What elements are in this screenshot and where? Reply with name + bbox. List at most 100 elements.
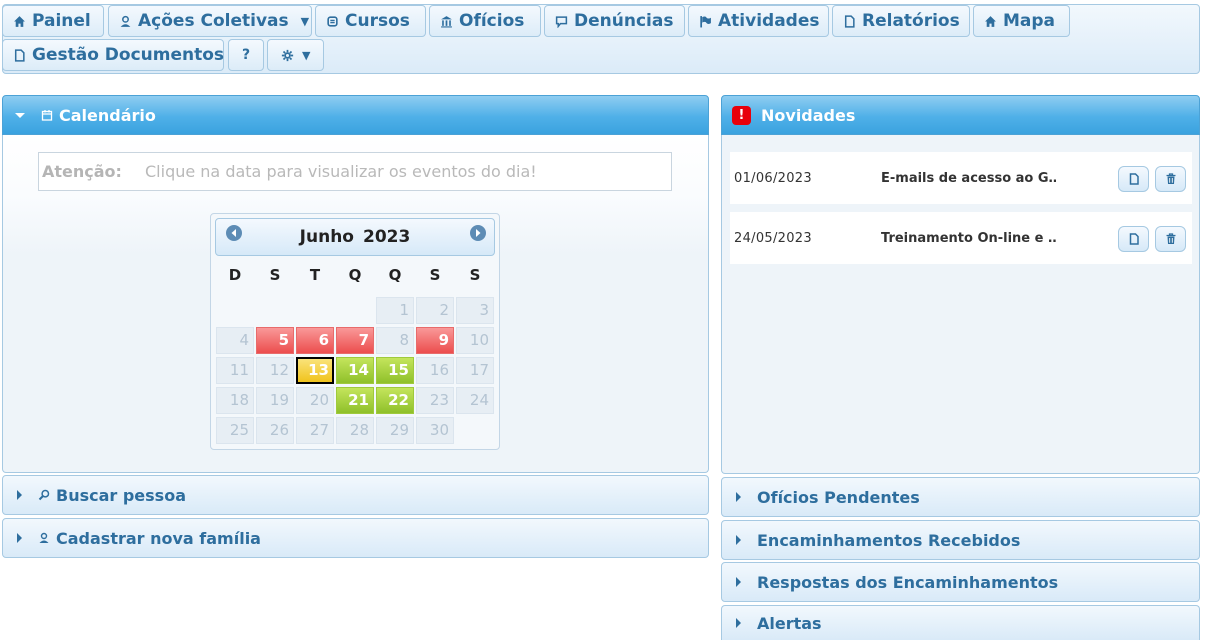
document-icon bbox=[13, 48, 26, 62]
menu-gestao-documentos-button[interactable]: Gestão Documentos bbox=[2, 39, 224, 71]
arrow-left-icon bbox=[231, 229, 236, 237]
calendar-header: Junho 2023 bbox=[215, 218, 495, 256]
weekday-header: D bbox=[228, 266, 242, 284]
flag-icon bbox=[699, 15, 712, 28]
buscar-pessoa-label: Buscar pessoa bbox=[56, 485, 186, 505]
calendar-empty-cell bbox=[256, 297, 294, 324]
home-icon bbox=[13, 15, 26, 28]
menu-mapa-label: Mapa bbox=[1003, 11, 1056, 31]
calendar-day[interactable]: 26 bbox=[256, 417, 294, 444]
menu-cursos-label: Cursos bbox=[345, 11, 410, 31]
news-panel-title: Novidades bbox=[761, 105, 856, 125]
calendar-day[interactable]: 13 bbox=[296, 357, 334, 384]
calendar-day[interactable]: 30 bbox=[416, 417, 454, 444]
calendar-day[interactable]: 7 bbox=[336, 327, 374, 354]
calendar-day[interactable]: 28 bbox=[336, 417, 374, 444]
calendar-day[interactable]: 17 bbox=[456, 357, 494, 384]
trash-icon bbox=[1166, 173, 1175, 184]
calendar-day[interactable]: 12 bbox=[256, 357, 294, 384]
menu-acoes-coletivas-button[interactable]: Ações Coletivas ▼ bbox=[108, 5, 312, 37]
menu-oficios-label: Ofícios bbox=[459, 11, 525, 31]
delete-button[interactable] bbox=[1155, 226, 1186, 252]
oficios-pendentes-section[interactable]: Ofícios Pendentes bbox=[721, 477, 1200, 517]
calendar-day[interactable]: 9 bbox=[416, 327, 454, 354]
calendar-day[interactable]: 25 bbox=[216, 417, 254, 444]
calendar-day[interactable]: 20 bbox=[296, 387, 334, 414]
menu-atividades-button[interactable]: Atividades bbox=[688, 5, 829, 37]
view-document-button[interactable] bbox=[1118, 226, 1149, 252]
encaminhamentos-recebidos-section[interactable]: Encaminhamentos Recebidos bbox=[721, 520, 1200, 560]
user-icon bbox=[38, 532, 50, 544]
news-title[interactable]: Treinamento On-line e … bbox=[881, 231, 1056, 246]
calendar-empty-cell bbox=[296, 297, 334, 324]
calendar-day[interactable]: 29 bbox=[376, 417, 414, 444]
menu-painel-button[interactable]: Painel bbox=[2, 5, 104, 37]
user-icon bbox=[119, 15, 132, 28]
calendar-panel-title: Calendário bbox=[59, 105, 156, 125]
calendar-month: Junho bbox=[299, 227, 354, 247]
calendar-year: 2023 bbox=[362, 227, 411, 247]
calendar-day[interactable]: 27 bbox=[296, 417, 334, 444]
calendar-day[interactable]: 2 bbox=[416, 297, 454, 324]
calendar-day[interactable]: 21 bbox=[336, 387, 374, 414]
cadastrar-familia-label: Cadastrar nova família bbox=[56, 528, 261, 548]
expand-triangle-icon bbox=[736, 492, 741, 502]
news-date: 24/05/2023 bbox=[734, 231, 812, 246]
help-button[interactable]: ? bbox=[228, 39, 264, 71]
calendar-day[interactable]: 1 bbox=[376, 297, 414, 324]
menu-gestao-documentos-label: Gestão Documentos bbox=[32, 45, 225, 65]
news-title[interactable]: E-mails de acesso ao G… bbox=[881, 171, 1056, 186]
attention-label: Atenção: bbox=[42, 162, 122, 181]
calendar-day[interactable]: 3 bbox=[456, 297, 494, 324]
chevron-down-icon: ▼ bbox=[300, 14, 310, 28]
alertas-section[interactable]: Alertas bbox=[721, 605, 1200, 640]
menu-oficios-button[interactable]: Ofícios bbox=[429, 5, 541, 37]
news-item: 01/06/2023 E-mails de acesso ao G… bbox=[730, 152, 1192, 204]
attention-box: Atenção: Clique na data para visualizar … bbox=[38, 152, 672, 191]
expand-triangle-icon bbox=[17, 533, 22, 543]
calendar-day[interactable]: 5 bbox=[256, 327, 294, 354]
calendar-empty-cell bbox=[216, 297, 254, 324]
calendar-day[interactable]: 23 bbox=[416, 387, 454, 414]
prev-month-button[interactable] bbox=[226, 225, 242, 241]
document-icon bbox=[843, 14, 856, 28]
cadastrar-familia-section[interactable]: Cadastrar nova família bbox=[2, 518, 709, 558]
buscar-pessoa-section[interactable]: Buscar pessoa bbox=[2, 475, 709, 515]
calendar-day[interactable]: 6 bbox=[296, 327, 334, 354]
expand-triangle-icon bbox=[736, 535, 741, 545]
weekday-header: S bbox=[469, 266, 481, 284]
menu-relatorios-button[interactable]: Relatórios bbox=[832, 5, 970, 37]
delete-button[interactable] bbox=[1155, 166, 1186, 192]
calendar-day[interactable]: 16 bbox=[416, 357, 454, 384]
attention-text: Clique na data para visualizar os evento… bbox=[145, 162, 537, 181]
calendar-day[interactable]: 24 bbox=[456, 387, 494, 414]
oficios-pendentes-label: Ofícios Pendentes bbox=[757, 487, 920, 507]
calendar-day[interactable]: 10 bbox=[456, 327, 494, 354]
weekday-header: Q bbox=[348, 266, 362, 284]
calendar-day[interactable]: 11 bbox=[216, 357, 254, 384]
help-label: ? bbox=[241, 47, 251, 63]
calendar-day[interactable]: 19 bbox=[256, 387, 294, 414]
menu-mapa-button[interactable]: Mapa bbox=[973, 5, 1070, 37]
view-document-button[interactable] bbox=[1118, 166, 1149, 192]
alertas-label: Alertas bbox=[757, 613, 822, 633]
calendar-day[interactable]: 14 bbox=[336, 357, 374, 384]
calendar-day[interactable]: 22 bbox=[376, 387, 414, 414]
calendar-day[interactable]: 18 bbox=[216, 387, 254, 414]
calendar-panel-header[interactable]: Calendário bbox=[2, 95, 709, 135]
collapse-triangle-icon bbox=[15, 112, 25, 118]
weekday-header: Q bbox=[388, 266, 402, 284]
menu-denuncias-button[interactable]: Denúncias bbox=[544, 5, 685, 37]
document-icon bbox=[1129, 233, 1139, 245]
respostas-encaminhamentos-section[interactable]: Respostas dos Encaminhamentos bbox=[721, 562, 1200, 602]
calendar-day[interactable]: 4 bbox=[216, 327, 254, 354]
calendar-day[interactable]: 15 bbox=[376, 357, 414, 384]
settings-button[interactable]: ▼ bbox=[267, 39, 324, 71]
next-month-button[interactable] bbox=[470, 225, 486, 241]
gear-icon bbox=[281, 49, 294, 62]
home-icon bbox=[984, 15, 997, 28]
menu-cursos-button[interactable]: Cursos bbox=[315, 5, 426, 37]
calendar-empty-cell bbox=[336, 297, 374, 324]
news-panel-header: ! Novidades bbox=[721, 95, 1200, 135]
calendar-day[interactable]: 8 bbox=[376, 327, 414, 354]
